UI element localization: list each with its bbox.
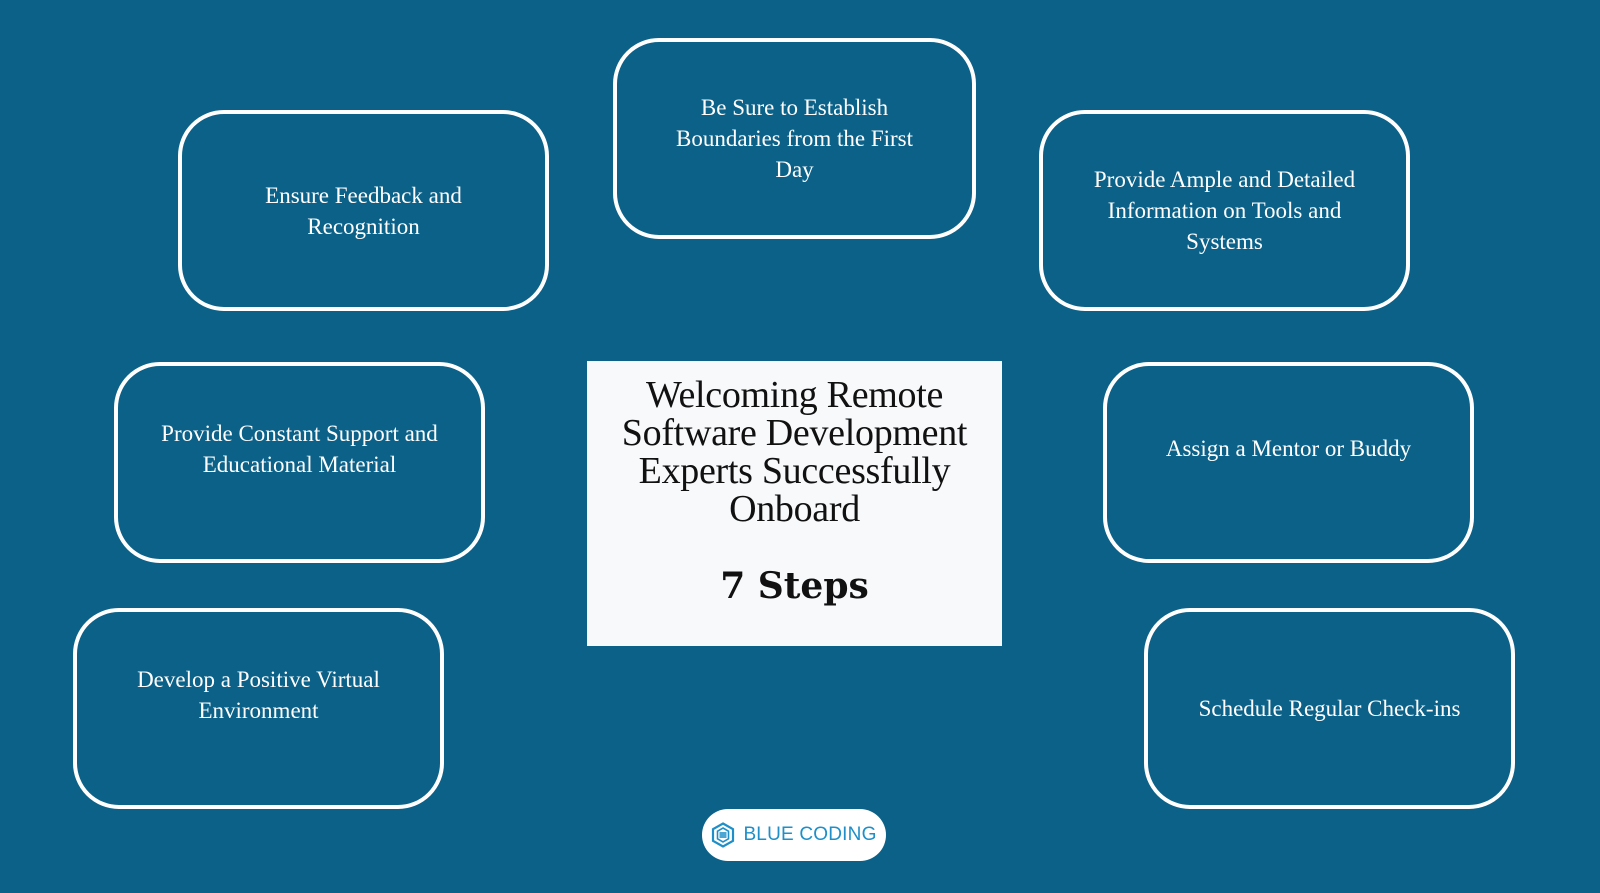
step-label: Develop a Positive Virtual Environment [137, 667, 380, 723]
step-label: Provide Constant Support and Educational… [161, 421, 438, 477]
step-label: Assign a Mentor or Buddy [1165, 436, 1412, 461]
step-box-constant-support: Provide Constant Support and Educational… [114, 362, 485, 563]
page-subtitle: 7 Steps [720, 565, 869, 607]
step-box-positive-environment: Develop a Positive Virtual Environment [73, 608, 444, 809]
brand-logo: BLUE CODING [702, 809, 886, 861]
step-label: Schedule Regular Check-ins [1198, 696, 1461, 721]
hexagon-logo-icon [712, 822, 735, 848]
step-box-tools-information: Provide Ample and Detailed Information o… [1039, 110, 1410, 311]
step-label: Provide Ample and Detailed Information o… [1093, 167, 1356, 254]
step-box-feedback-recognition: Ensure Feedback and Recognition [178, 110, 549, 311]
step-label: Ensure Feedback and Recognition [265, 182, 462, 239]
center-title-card: Welcoming Remote Software Development Ex… [587, 361, 1002, 646]
brand-name: BLUE CODING [743, 824, 877, 845]
page-title: Welcoming Remote Software Development Ex… [621, 374, 968, 530]
step-box-establish-boundaries: Be Sure to Establish Boundaries from the… [613, 38, 976, 239]
step-label: Be Sure to Establish Boundaries from the… [676, 95, 913, 182]
step-box-mentor-buddy: Assign a Mentor or Buddy [1103, 362, 1474, 563]
step-box-regular-checkins: Schedule Regular Check-ins [1144, 608, 1515, 809]
